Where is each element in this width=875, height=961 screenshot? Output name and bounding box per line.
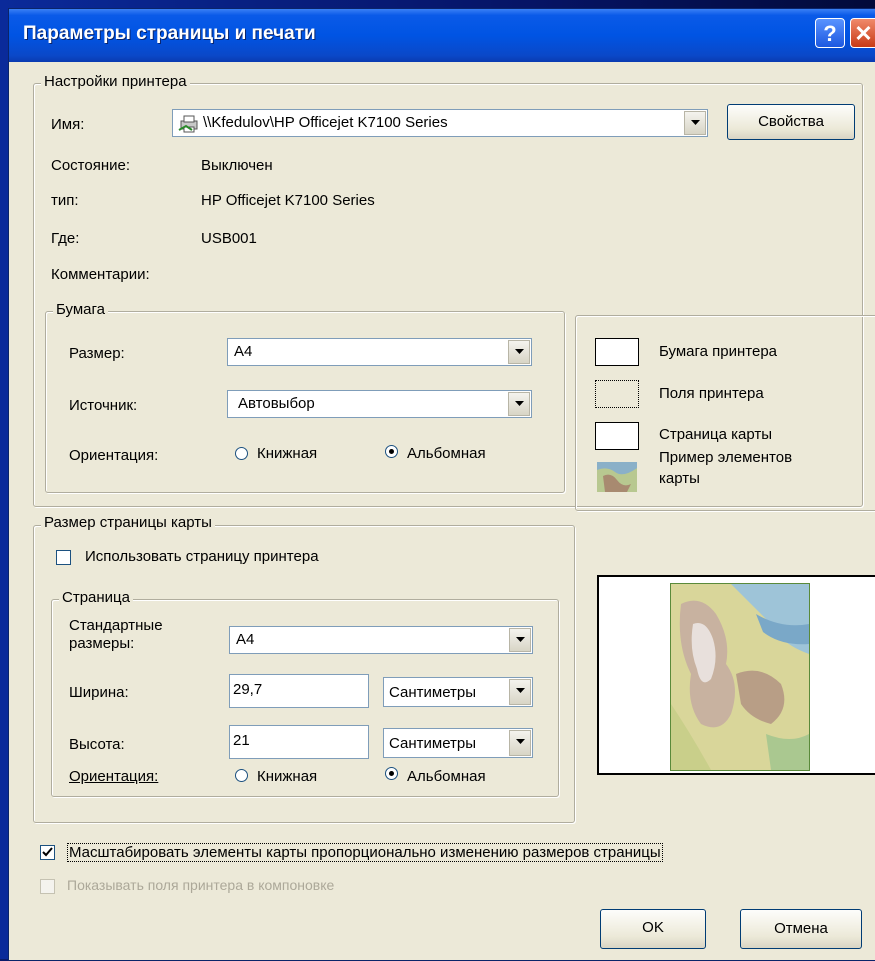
height-label: Высота: (69, 736, 125, 753)
printer-name-select[interactable]: \\Kfedulov\HP Officejet K7100 Series (172, 109, 708, 137)
map-page-size-title: Размер страницы карты (41, 514, 215, 531)
standard-sizes-select[interactable]: A4 (229, 626, 533, 654)
map-page-legend: Страница карты (659, 426, 773, 443)
page-portrait-label[interactable]: Книжная (257, 768, 317, 785)
page-preview (597, 575, 875, 775)
width-value: 29,7 (233, 681, 263, 698)
paper-source-value: Автовыбор (238, 395, 315, 412)
show-margins-checkbox (40, 879, 55, 894)
printer-icon (178, 114, 200, 139)
chevron-down-icon[interactable] (509, 730, 531, 756)
properties-button-label: Свойства (758, 113, 824, 130)
use-printer-page-checkbox[interactable] (56, 550, 71, 565)
map-page-swatch (595, 422, 639, 450)
paper-orientation-label: Ориентация: (69, 447, 159, 464)
comment-label: Комментарии: (51, 266, 150, 283)
paper-size-value: A4 (234, 343, 253, 360)
ok-button[interactable]: OK (600, 909, 706, 949)
type-value: HP Officejet K7100 Series (201, 192, 375, 209)
width-unit-value: Сантиметры (389, 684, 477, 701)
paper-size-select[interactable]: A4 (227, 338, 532, 366)
title-bar[interactable]: Параметры страницы и печати ? ✕ (9, 9, 875, 62)
page-portrait-radio[interactable] (235, 769, 248, 782)
paper-portrait-label[interactable]: Книжная (257, 445, 317, 462)
map-elements-legend-line2: карты (659, 470, 700, 487)
standard-sizes-label-1: Стандартные (69, 617, 163, 634)
close-button[interactable]: ✕ (850, 18, 875, 48)
height-unit-select[interactable]: Сантиметры (383, 728, 533, 758)
check-icon (42, 847, 53, 857)
status-value: Выключен (201, 157, 273, 174)
printer-paper-swatch (595, 338, 639, 366)
paper-landscape-radio[interactable] (385, 445, 398, 458)
paper-group-title: Бумага (53, 301, 108, 318)
page-landscape-label[interactable]: Альбомная (407, 768, 486, 785)
paper-size-label: Размер: (69, 345, 125, 362)
width-label: Ширина: (69, 684, 129, 701)
chevron-down-icon[interactable] (508, 392, 530, 416)
type-label: тип: (51, 192, 79, 209)
printer-margins-legend: Поля принтера (659, 385, 764, 402)
printer-margins-swatch (595, 380, 639, 408)
where-value: USB001 (201, 230, 257, 247)
scale-elements-checkbox[interactable] (40, 845, 55, 860)
cancel-button-label: Отмена (774, 920, 828, 937)
page-landscape-radio[interactable] (385, 767, 398, 780)
standard-sizes-value: A4 (236, 631, 255, 648)
map-preview-image (670, 583, 810, 771)
height-value: 21 (233, 732, 250, 749)
status-label: Состояние: (51, 157, 131, 174)
height-unit-value: Сантиметры (389, 735, 477, 752)
printer-settings-title: Настройки принтера (41, 73, 190, 90)
page-group-title: Страница (59, 589, 133, 606)
show-margins-label: Показывать поля принтера в компоновке (67, 877, 335, 893)
width-input[interactable]: 29,7 (229, 674, 369, 708)
dialog-title: Параметры страницы и печати (23, 23, 316, 44)
paper-portrait-radio[interactable] (235, 447, 248, 460)
width-unit-select[interactable]: Сантиметры (383, 677, 533, 707)
chevron-down-icon[interactable] (509, 679, 531, 705)
paper-source-select[interactable]: Автовыбор (227, 390, 532, 418)
map-elements-swatch (597, 462, 637, 492)
use-printer-page-label[interactable]: Использовать страницу принтера (85, 548, 319, 565)
map-elements-legend-line1: Пример элементов (659, 449, 793, 466)
ok-button-label: OK (642, 919, 664, 936)
where-label: Где: (51, 230, 80, 247)
paper-landscape-label[interactable]: Альбомная (407, 445, 486, 462)
printer-name-value: \\Kfedulov\HP Officejet K7100 Series (203, 114, 448, 131)
scale-elements-label[interactable]: Масштабировать элементы карты пропорцион… (67, 843, 663, 862)
chevron-down-icon[interactable] (509, 628, 531, 652)
paper-source-label: Источник: (69, 397, 138, 414)
printer-paper-legend: Бумага принтера (659, 343, 778, 360)
page-setup-dialog: Параметры страницы и печати ? ✕ Настройк… (8, 8, 875, 961)
height-input[interactable]: 21 (229, 725, 369, 759)
chevron-down-icon[interactable] (508, 340, 530, 364)
properties-button[interactable]: Свойства (727, 104, 855, 140)
page-orientation-label: Ориентация: (69, 768, 159, 785)
cancel-button[interactable]: Отмена (740, 909, 862, 949)
help-button[interactable]: ? (815, 18, 845, 48)
printer-name-label: Имя: (51, 116, 85, 133)
chevron-down-icon[interactable] (684, 111, 706, 135)
standard-sizes-label-2: размеры: (69, 635, 135, 652)
